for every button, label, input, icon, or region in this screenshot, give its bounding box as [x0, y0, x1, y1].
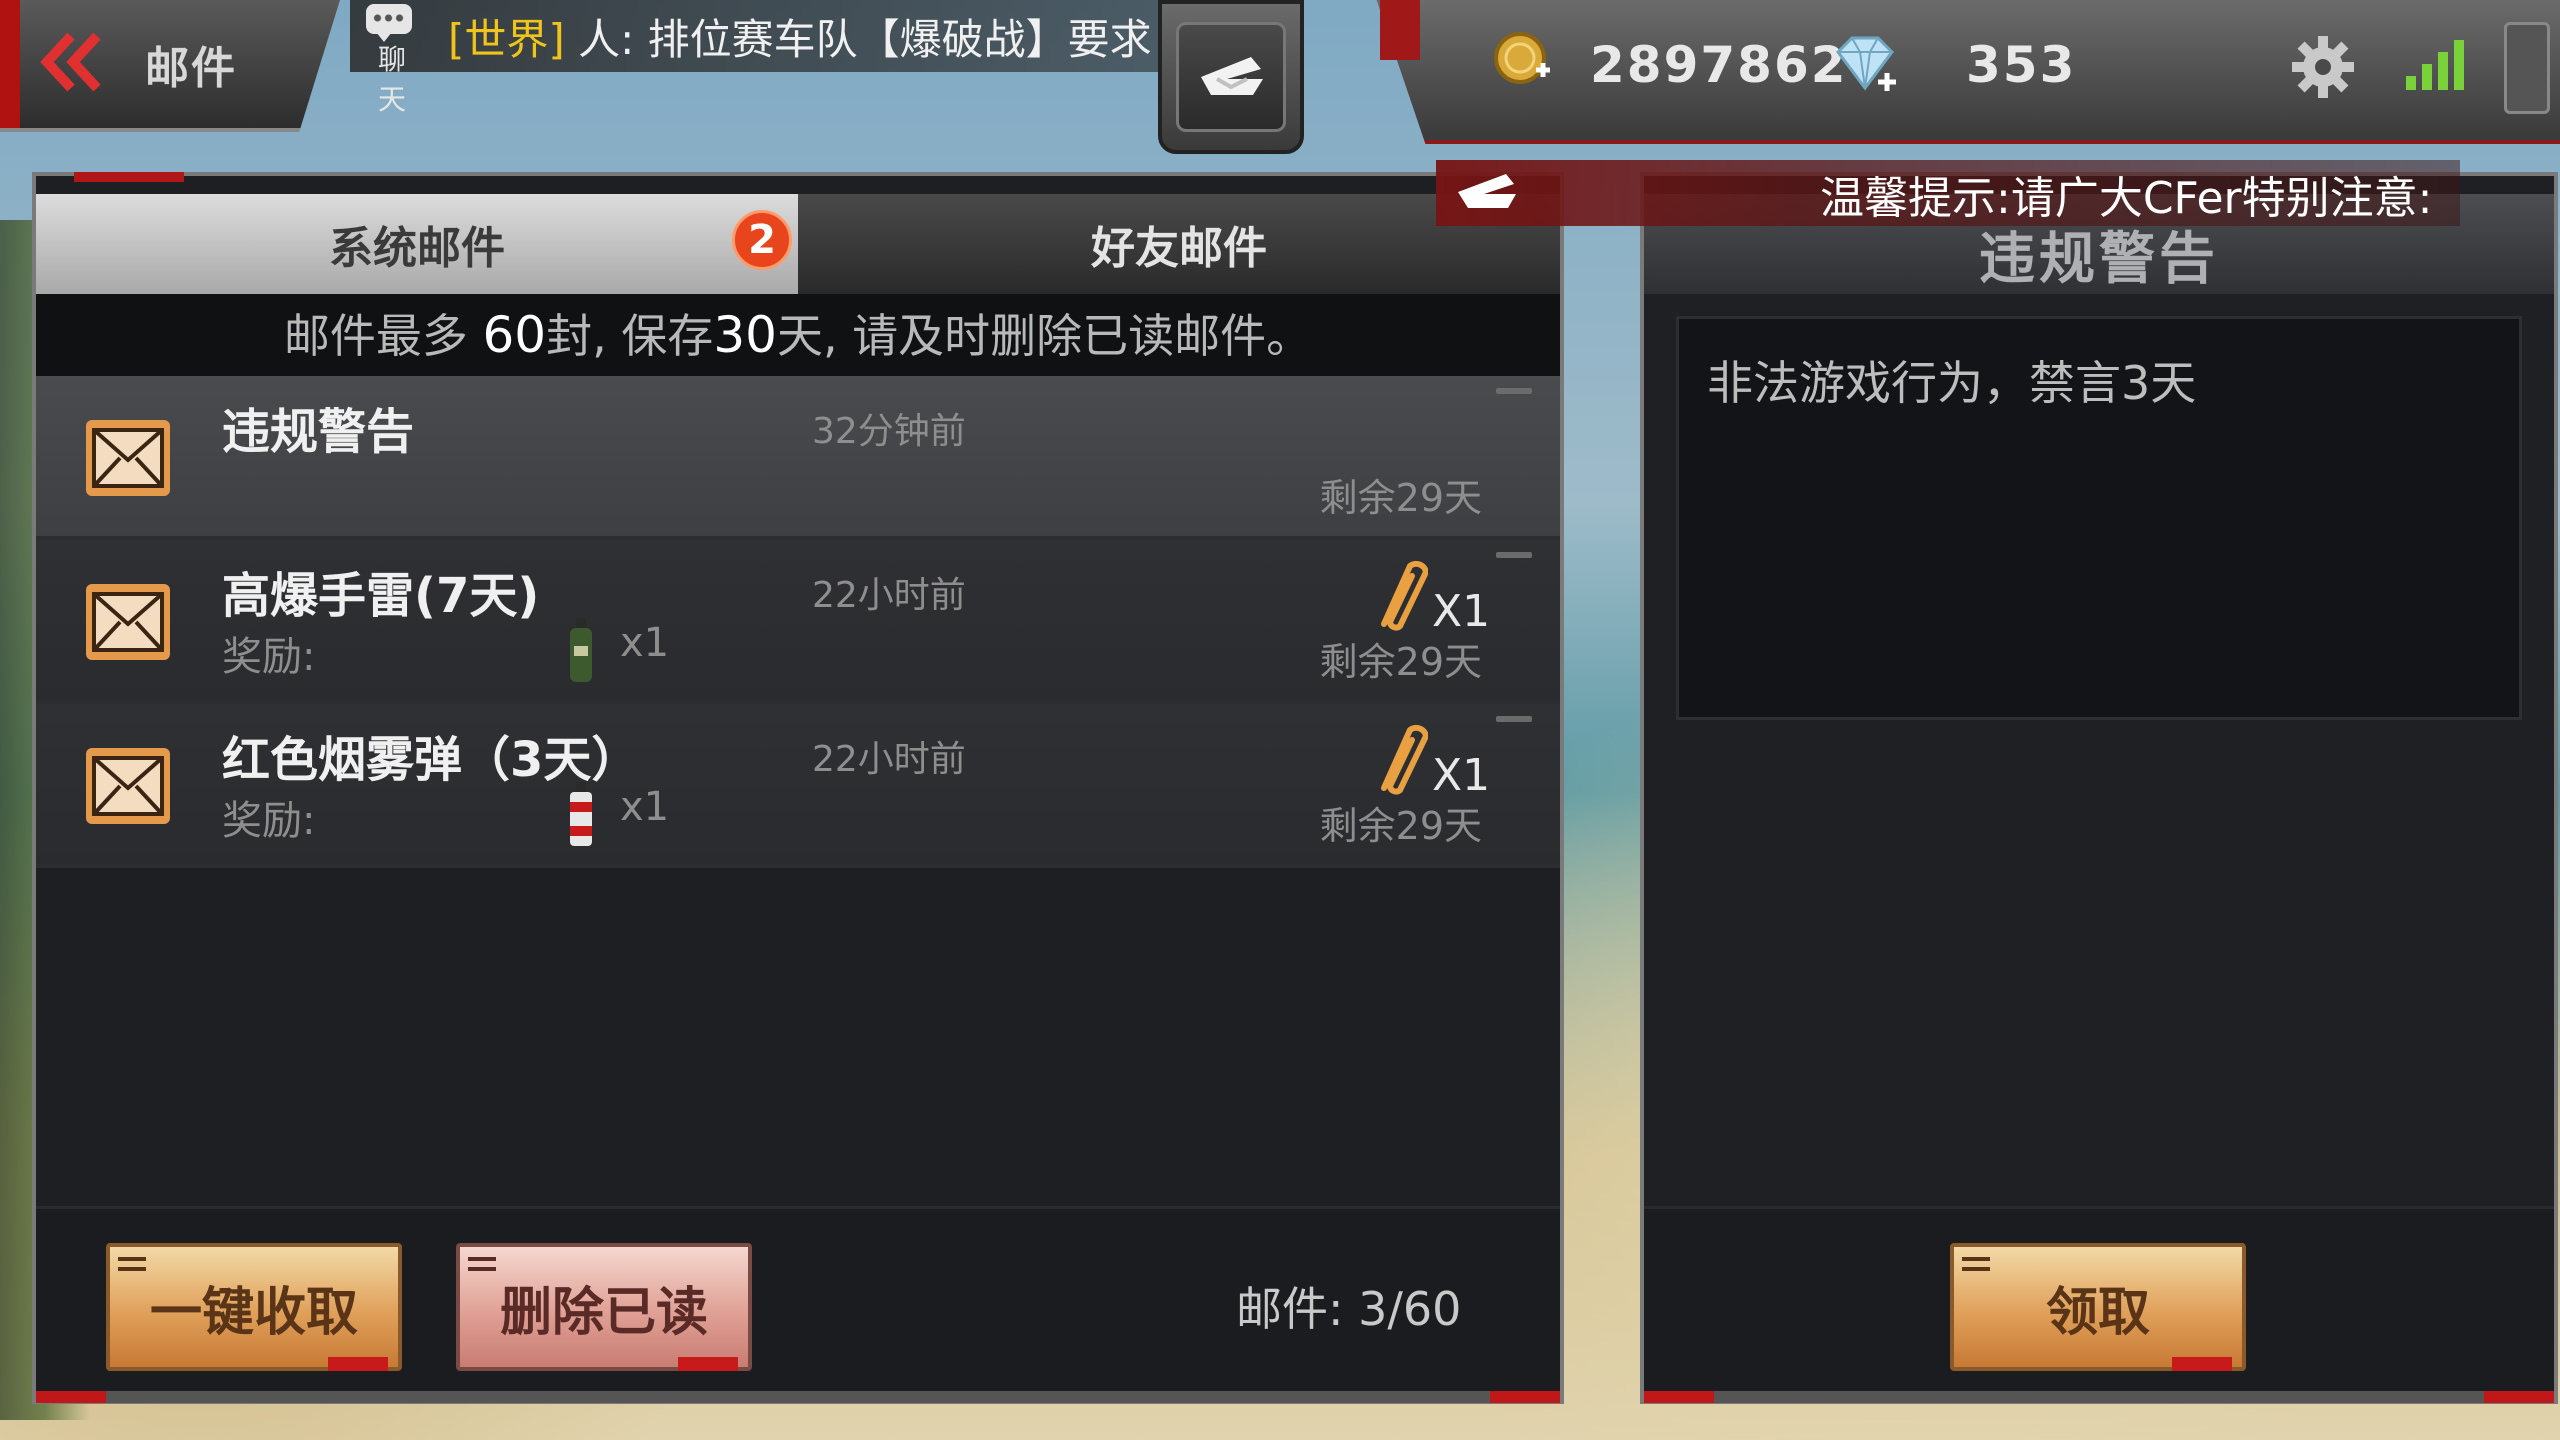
mail-detail-panel: 违规警告 非法游戏行为，禁言3天 领取	[1640, 172, 2558, 1404]
chat-message[interactable]: [世界] 人: 排位赛车队【爆破战】要求	[448, 6, 1168, 67]
signal-strength-icon	[2406, 40, 2464, 90]
diamond-balance: 353	[1966, 36, 2077, 94]
envelope-icon	[86, 420, 170, 496]
diamond-icon[interactable]	[1830, 30, 1900, 100]
chat-button[interactable]: 聊天	[358, 4, 428, 116]
collect-all-label: 一键收取	[149, 1282, 358, 1343]
smoke-grenade-icon	[570, 782, 592, 846]
paperclip-icon	[1381, 724, 1428, 795]
gear-icon[interactable]	[2288, 32, 2358, 102]
delete-read-button[interactable]: 删除已读	[456, 1243, 752, 1371]
reward-label: 奖励:	[222, 798, 316, 844]
mail-row[interactable]: 红色烟雾弹（3天） 22小时前 奖励: x1 X1 剩余29天	[36, 704, 1560, 868]
reward-count: x1	[620, 620, 670, 666]
mail-title: 违规警告	[222, 404, 415, 460]
back-button[interactable]	[28, 22, 118, 102]
attachment-count: X1	[1432, 750, 1491, 801]
detail-title: 违规警告	[1979, 227, 2219, 292]
claim-button[interactable]: 领取	[1950, 1243, 2246, 1371]
mail-tabs: 系统邮件 2 好友邮件	[36, 194, 1560, 294]
notice-max: 60	[482, 306, 547, 364]
reward-count: x1	[620, 784, 670, 830]
cf-logo-button[interactable]	[1158, 0, 1304, 154]
panel-base-line	[1644, 1391, 2554, 1403]
mail-list-panel: 系统邮件 2 好友邮件 邮件最多 60封, 保存30天, 请及时删除已读邮件。 …	[32, 172, 1564, 1404]
mail-row[interactable]: 高爆手雷(7天) 22小时前 奖励: x1 X1 剩余29天	[36, 540, 1560, 704]
button-red-accent	[328, 1357, 388, 1371]
side-handle[interactable]	[2504, 22, 2550, 114]
detail-body-text: 非法游戏行为，禁言3天	[1707, 356, 2197, 410]
top-bar: 邮件 聊天 [世界] 人: 排位赛车队【爆破战】要求 2897862 353	[0, 0, 2560, 154]
coin-balance: 2897862	[1590, 36, 1848, 94]
chat-channel: [世界]	[448, 15, 565, 64]
row-menu-dash	[1496, 716, 1532, 722]
mail-title: 高爆手雷(7天)	[222, 568, 540, 624]
mail-list-footer: 一键收取 删除已读 邮件: 3/60	[36, 1206, 1560, 1403]
button-red-accent	[2172, 1357, 2232, 1371]
button-lines-icon	[468, 1257, 496, 1271]
resource-bar-accent	[1380, 0, 1420, 60]
button-lines-icon	[118, 1257, 146, 1271]
cf-small-logo-icon	[1458, 174, 1516, 208]
tab-label: 好友邮件	[1091, 223, 1267, 274]
envelope-icon	[86, 584, 170, 660]
row-menu-dash	[1496, 552, 1532, 558]
chat-icon-label: 聊天	[378, 43, 407, 116]
mail-remaining: 剩余29天	[1319, 476, 1482, 520]
double-chevron-left-icon	[40, 32, 101, 92]
tab-label: 系统邮件	[329, 223, 505, 274]
claim-label: 领取	[2045, 1282, 2150, 1343]
unread-badge: 2	[732, 210, 792, 270]
envelope-icon	[86, 748, 170, 824]
tip-text: 温馨提示:请广大CFer特别注意:	[1820, 173, 2433, 224]
grenade-icon	[570, 618, 592, 682]
panel-base-line	[36, 1391, 1560, 1403]
detail-footer: 领取	[1644, 1206, 2554, 1403]
mail-time: 22小时前	[812, 739, 966, 780]
gold-coin-icon[interactable]	[1492, 30, 1552, 90]
mail-remaining: 剩余29天	[1319, 804, 1482, 848]
collect-all-button[interactable]: 一键收取	[106, 1243, 402, 1371]
reward-label: 奖励:	[222, 634, 316, 680]
mail-list: 违规警告 32分钟前 剩余29天 高爆手雷(7天) 22小时前 奖励: x1 X…	[36, 376, 1560, 868]
mail-remaining: 剩余29天	[1319, 640, 1482, 684]
delete-read-label: 删除已读	[499, 1282, 708, 1343]
detail-body: 非法游戏行为，禁言3天	[1676, 316, 2522, 720]
panel-top-accent	[74, 172, 184, 182]
paperclip-icon	[1381, 560, 1428, 631]
mail-count: 邮件: 3/60	[1236, 1282, 1462, 1336]
chat-message-text: 人: 排位赛车队【爆破战】要求	[578, 15, 1152, 64]
notice-days: 30	[713, 306, 777, 364]
chat-dots	[372, 14, 406, 22]
header-red-accent	[0, 0, 20, 128]
notice-suffix: 天, 请及时删除已读邮件。	[776, 309, 1313, 363]
tab-system-mail[interactable]: 系统邮件 2	[36, 194, 798, 294]
mail-limit-notice: 邮件最多 60封, 保存30天, 请及时删除已读邮件。	[36, 294, 1560, 376]
mail-time: 22小时前	[812, 575, 966, 616]
page-title: 邮件	[145, 43, 237, 94]
notice-prefix: 邮件最多	[283, 309, 483, 363]
notice-mid: 封, 保存	[546, 309, 714, 363]
cf-logo-icon	[1176, 22, 1286, 132]
button-lines-icon	[1962, 1257, 1990, 1271]
mail-row[interactable]: 违规警告 32分钟前 剩余29天	[36, 376, 1560, 540]
button-red-accent	[678, 1357, 738, 1371]
mail-time: 32分钟前	[812, 411, 966, 452]
row-menu-dash	[1496, 388, 1532, 394]
attachment-count: X1	[1432, 586, 1491, 637]
